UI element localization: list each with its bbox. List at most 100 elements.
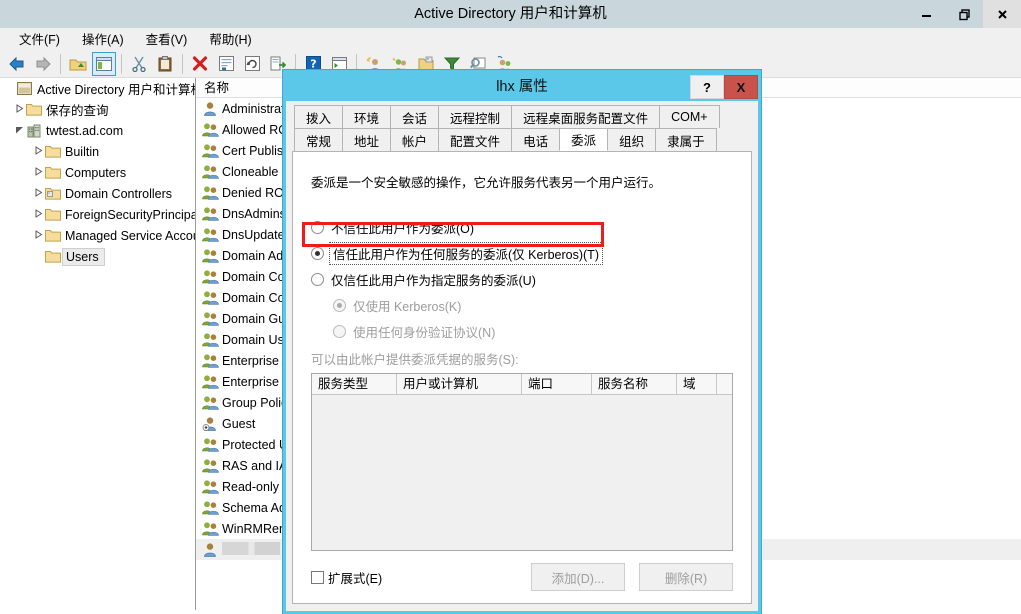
chevron-right-icon[interactable] [32, 230, 45, 241]
delete-icon[interactable] [188, 52, 212, 76]
tree-pane[interactable]: Active Directory 用户和计算机保存的查询twtest.ad.co… [0, 78, 196, 610]
minimize-icon[interactable] [907, 0, 945, 28]
radio-trust-specified-label: 仅信任此用户作为指定服务的委派(U) [331, 270, 536, 289]
tab-会话[interactable]: 会话 [390, 105, 439, 128]
group-icon [202, 248, 222, 263]
tab-帐户[interactable]: 帐户 [390, 128, 439, 151]
svg-text:?: ? [310, 58, 316, 71]
remove-button[interactable]: 删除(R) [639, 563, 733, 591]
close-icon[interactable] [983, 0, 1021, 28]
tab-拨入[interactable]: 拨入 [294, 105, 343, 128]
redacted-name [222, 542, 280, 555]
services-column-header-2[interactable]: 端口 [522, 374, 592, 394]
menu-item-help[interactable]: 帮助(H) [198, 27, 262, 50]
help-question-icon[interactable]: ? [690, 75, 724, 99]
tab-配置文件[interactable]: 配置文件 [438, 128, 512, 151]
tree-item-builtin[interactable]: Builtin [0, 141, 195, 162]
restore-icon[interactable] [945, 0, 983, 28]
radio-any-protocol-label: 使用任何身份验证协议(N) [353, 322, 495, 341]
menu-item-action[interactable]: 操作(A) [71, 27, 135, 50]
tab-COM+[interactable]: COM+ [659, 105, 719, 128]
tab-row-upper: 拨入环境会话远程控制远程桌面服务配置文件COM+ [294, 105, 752, 128]
group-icon [202, 122, 222, 137]
chevron-right-icon[interactable] [32, 209, 45, 220]
tab-委派[interactable]: 委派 [559, 128, 608, 151]
window-title-bar: Active Directory 用户和计算机 [0, 0, 1021, 28]
tree-item-[interactable]: 保存的查询 [0, 99, 195, 120]
services-table[interactable]: 服务类型用户或计算机端口服务名称域 [311, 373, 733, 551]
tab-隶属于[interactable]: 隶属于 [655, 128, 717, 151]
refresh-icon[interactable] [240, 52, 264, 76]
tree-item-managed-service-accounts[interactable]: Managed Service Accounts [0, 225, 195, 246]
expanded-checkbox[interactable]: 扩展式(E) [311, 568, 382, 587]
group-icon [202, 437, 222, 452]
tab-远程桌面服务配置文件[interactable]: 远程桌面服务配置文件 [511, 105, 660, 128]
radio-trust-none[interactable]: 不信任此用户作为委派(O) [311, 217, 733, 237]
cut-icon[interactable] [127, 52, 151, 76]
tree-item-computers[interactable]: Computers [0, 162, 195, 183]
tab-row-lower: 常规地址帐户配置文件电话委派组织隶属于 [294, 128, 752, 151]
tab-电话[interactable]: 电话 [511, 128, 560, 151]
tree-item-label: Domain Controllers [63, 187, 172, 201]
console-root-icon [17, 82, 35, 96]
group-icon [202, 500, 222, 515]
checkbox-indicator [311, 571, 324, 584]
folder-icon [45, 208, 63, 221]
chevron-right-icon[interactable] [32, 188, 45, 199]
tab-环境[interactable]: 环境 [342, 105, 391, 128]
radio-kerberos-only: 仅使用 Kerberos(K) [333, 295, 733, 315]
chevron-right-icon[interactable] [13, 104, 26, 115]
tree-item-active-directory[interactable]: Active Directory 用户和计算机 [0, 78, 195, 99]
services-column-header-1[interactable]: 用户或计算机 [397, 374, 522, 394]
forward-arrow-icon[interactable] [31, 52, 55, 76]
paste-icon[interactable] [153, 52, 177, 76]
dialog-title: lhx 属性 [286, 73, 758, 101]
tree-item-foreignsecurityprincipals[interactable]: ForeignSecurityPrincipals [0, 204, 195, 225]
services-column-header-0[interactable]: 服务类型 [312, 374, 397, 394]
radio-kerberos-only-label: 仅使用 Kerberos(K) [353, 296, 461, 315]
group-icon [202, 185, 222, 200]
properties-dialog: lhx 属性 ? X 拨入环境会话远程控制远程桌面服务配置文件COM+ 常规地址… [283, 70, 761, 614]
list-item-label: Guest [222, 417, 255, 431]
dialog-body: 拨入环境会话远程控制远程桌面服务配置文件COM+ 常规地址帐户配置文件电话委派组… [286, 101, 758, 611]
menu-item-file[interactable]: 文件(F) [8, 27, 71, 50]
folder-icon [26, 103, 44, 116]
tab-常规[interactable]: 常规 [294, 128, 343, 151]
tree-item-label: Computers [63, 166, 126, 180]
tree-item-twtest-ad-com[interactable]: twtest.ad.com [0, 120, 195, 141]
tree-item-label: Users [63, 249, 104, 265]
tree-item-domain-controllers[interactable]: Domain Controllers [0, 183, 195, 204]
services-table-header: 服务类型用户或计算机端口服务名称域 [312, 374, 732, 395]
menu-item-view[interactable]: 查看(V) [135, 27, 199, 50]
back-arrow-icon[interactable] [5, 52, 29, 76]
properties-icon[interactable] [214, 52, 238, 76]
chevron-down-icon[interactable] [13, 125, 26, 136]
add-button[interactable]: 添加(D)... [531, 563, 625, 591]
radio-trust-none-label: 不信任此用户作为委派(O) [331, 218, 474, 237]
services-column-header-3[interactable]: 服务名称 [592, 374, 677, 394]
window-controls [907, 0, 1021, 28]
folder-icon [45, 145, 63, 158]
show-hide-tree-icon[interactable] [92, 52, 116, 76]
console-tree: Active Directory 用户和计算机保存的查询twtest.ad.co… [0, 78, 195, 267]
window-title: Active Directory 用户和计算机 [0, 0, 1021, 28]
radio-trust-any-service[interactable]: 信任此用户作为任何服务的委派(仅 Kerberos)(T) [311, 243, 733, 263]
list-item-label [222, 542, 280, 558]
close-icon[interactable]: X [724, 75, 758, 99]
tree-item-users[interactable]: Users [0, 246, 195, 267]
tab-远程控制[interactable]: 远程控制 [438, 105, 512, 128]
radio-indicator [333, 325, 346, 338]
radio-trust-specified-service[interactable]: 仅信任此用户作为指定服务的委派(U) [311, 269, 733, 289]
chevron-right-icon[interactable] [32, 167, 45, 178]
group-icon [202, 458, 222, 473]
chevron-right-icon[interactable] [32, 146, 45, 157]
tab-组织[interactable]: 组织 [607, 128, 656, 151]
toolbar-separator [182, 54, 183, 74]
services-column-header-4[interactable]: 域 [677, 374, 717, 394]
group-icon [202, 290, 222, 305]
expanded-checkbox-label: 扩展式(E) [328, 568, 382, 587]
tab-地址[interactable]: 地址 [342, 128, 391, 151]
toolbar-separator [121, 54, 122, 74]
group-icon [202, 479, 222, 494]
up-folder-icon[interactable] [66, 52, 90, 76]
